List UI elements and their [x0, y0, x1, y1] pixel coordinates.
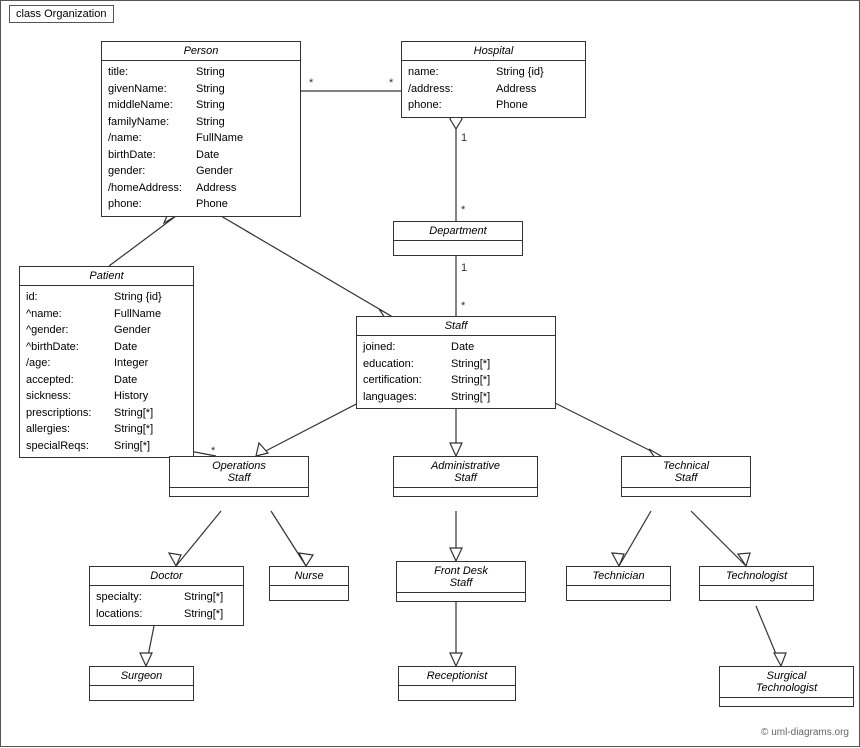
surgical-technologist-class-name: SurgicalTechnologist — [720, 667, 853, 698]
technologist-class-attrs — [700, 586, 813, 600]
person-class: Person title:String givenName:String mid… — [101, 41, 301, 217]
svg-text:*: * — [389, 77, 394, 89]
surgeon-class: Surgeon — [89, 666, 194, 701]
staff-class: Staff joined:Date education:String[*] ce… — [356, 316, 556, 409]
department-class-name: Department — [394, 222, 522, 241]
front-desk-staff-class-name: Front DeskStaff — [397, 562, 525, 593]
staff-class-name: Staff — [357, 317, 555, 336]
svg-text:*: * — [309, 77, 314, 89]
technical-staff-class-name: TechnicalStaff — [622, 457, 750, 488]
front-desk-staff-class-attrs — [397, 593, 525, 601]
svg-text:1: 1 — [461, 132, 467, 144]
diagram-title: class Organization — [9, 5, 114, 23]
hospital-class-name: Hospital — [402, 42, 585, 61]
patient-class-attrs: id:String {id} ^name:FullName ^gender:Ge… — [20, 286, 193, 457]
operations-staff-class-name: OperationsStaff — [170, 457, 308, 488]
operations-staff-class: OperationsStaff — [169, 456, 309, 497]
operations-staff-class-attrs — [170, 488, 308, 496]
nurse-class-attrs — [270, 586, 348, 600]
doctor-class-attrs: specialty:String[*] locations:String[*] — [90, 586, 243, 625]
department-class-attrs — [394, 241, 522, 255]
administrative-staff-class-name: AdministrativeStaff — [394, 457, 537, 488]
surgical-technologist-class: SurgicalTechnologist — [719, 666, 854, 707]
svg-text:*: * — [461, 300, 466, 312]
hospital-class-attrs: name:String {id} /address:Address phone:… — [402, 61, 585, 117]
person-class-name: Person — [102, 42, 300, 61]
doctor-class: Doctor specialty:String[*] locations:Str… — [89, 566, 244, 626]
technician-class-attrs — [567, 586, 670, 600]
receptionist-class: Receptionist — [398, 666, 516, 701]
front-desk-staff-class: Front DeskStaff — [396, 561, 526, 602]
receptionist-class-attrs — [399, 686, 515, 700]
receptionist-class-name: Receptionist — [399, 667, 515, 686]
technical-staff-class: TechnicalStaff — [621, 456, 751, 497]
patient-class: Patient id:String {id} ^name:FullName ^g… — [19, 266, 194, 458]
surgeon-class-name: Surgeon — [90, 667, 193, 686]
administrative-staff-class-attrs — [394, 488, 537, 496]
staff-class-attrs: joined:Date education:String[*] certific… — [357, 336, 555, 408]
department-class: Department — [393, 221, 523, 256]
nurse-class: Nurse — [269, 566, 349, 601]
surgeon-class-attrs — [90, 686, 193, 700]
hospital-class: Hospital name:String {id} /address:Addre… — [401, 41, 586, 118]
nurse-class-name: Nurse — [270, 567, 348, 586]
watermark: © uml-diagrams.org — [761, 727, 849, 738]
technical-staff-class-attrs — [622, 488, 750, 496]
technician-class: Technician — [566, 566, 671, 601]
administrative-staff-class: AdministrativeStaff — [393, 456, 538, 497]
diagram-container: class Organization * * 1 * 1 * * * — [0, 0, 860, 747]
svg-text:1: 1 — [461, 262, 467, 274]
technologist-class-name: Technologist — [700, 567, 813, 586]
svg-text:*: * — [461, 204, 466, 216]
person-class-attrs: title:String givenName:String middleName… — [102, 61, 300, 216]
technician-class-name: Technician — [567, 567, 670, 586]
doctor-class-name: Doctor — [90, 567, 243, 586]
patient-class-name: Patient — [20, 267, 193, 286]
technologist-class: Technologist — [699, 566, 814, 601]
surgical-technologist-class-attrs — [720, 698, 853, 706]
